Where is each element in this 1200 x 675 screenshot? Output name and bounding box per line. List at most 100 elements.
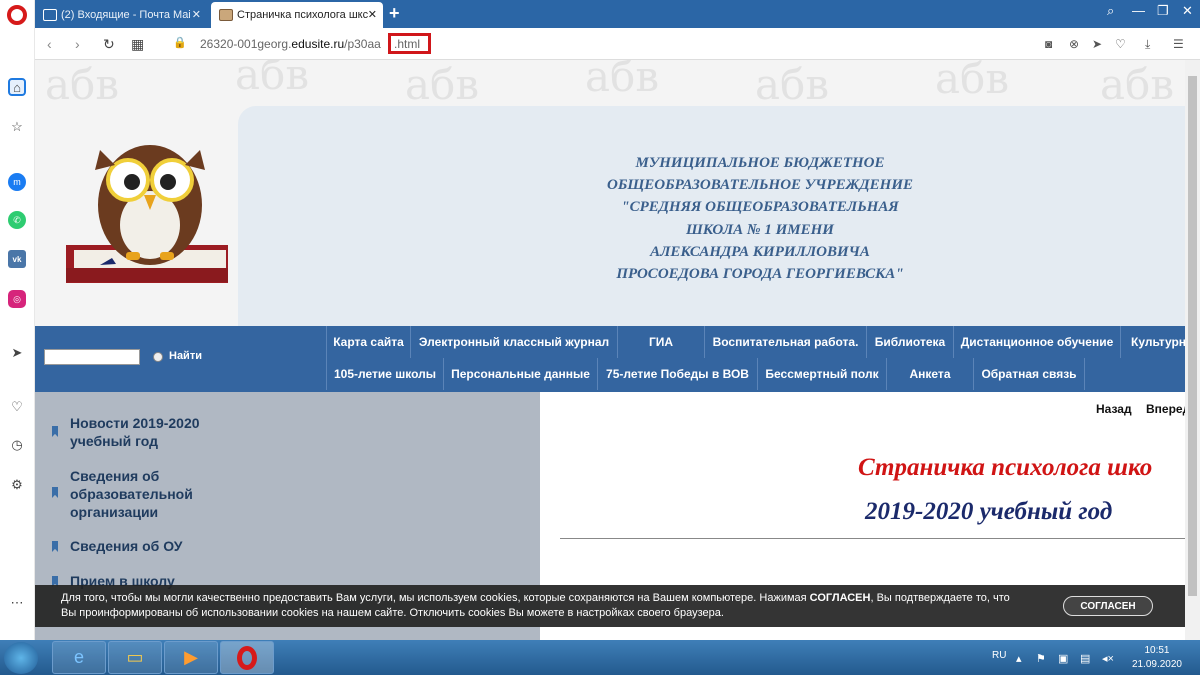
browser-sidebar: ⌂ ☆ m ✆ vk ◎ ➤ ♡ ◷ ⚙ ⋯ xyxy=(0,0,35,640)
system-clock[interactable]: 10:51 21.09.2020 xyxy=(1132,644,1182,672)
more-icon[interactable]: ⋯ xyxy=(8,594,26,612)
explorer-icon[interactable]: ▭ xyxy=(108,641,162,674)
menu-item-105[interactable]: 105-летие школы xyxy=(326,358,443,390)
sidebar-item-organization[interactable]: Сведения об образовательной организации xyxy=(52,467,217,521)
owl-favicon-icon xyxy=(219,9,233,21)
divider xyxy=(560,538,1185,539)
whatsapp-icon[interactable]: ✆ xyxy=(8,211,26,229)
school-line: ШКОЛА № 1 ИМЕНИ xyxy=(686,221,834,238)
send-flow-icon[interactable]: ➤ xyxy=(1092,37,1102,51)
easy-setup-icon[interactable]: ☰ xyxy=(1173,37,1184,51)
reload-icon[interactable]: ↻ xyxy=(103,36,115,53)
tab-psychologist[interactable]: Страничка психолога шкс ✕ xyxy=(211,2,383,28)
url-highlight-box: .html xyxy=(388,33,431,54)
snapshot-icon[interactable]: ◙ xyxy=(1045,37,1052,51)
menu-item-survey[interactable]: Анкета xyxy=(886,358,973,390)
menu-item-distance[interactable]: Дистанционное обучение xyxy=(953,326,1120,358)
sidebar-item-label: Сведения об образовательной организации xyxy=(70,468,193,520)
menu-item-gia[interactable]: ГИА xyxy=(617,326,704,358)
cookie-text-line1: Для того, чтобы мы могли качественно пре… xyxy=(61,592,1010,604)
start-button[interactable] xyxy=(4,642,38,674)
instagram-icon[interactable]: ◎ xyxy=(8,290,26,308)
settings-gear-icon[interactable]: ⚙ xyxy=(8,476,26,494)
device-icon[interactable]: ▣ xyxy=(1058,652,1068,665)
site-search-input[interactable] xyxy=(44,349,140,365)
network-alert-icon[interactable]: ⚑ xyxy=(1036,652,1046,665)
vk-icon[interactable]: vk xyxy=(8,250,26,268)
bookmark-icon xyxy=(52,487,58,498)
heart-icon[interactable]: ♡ xyxy=(8,398,26,416)
windows-taskbar: e ▭ ▶ RU ▴ ⚑ ▣ ▤ ◂× 10:51 21.09.2020 xyxy=(0,640,1200,675)
menu-item-culture[interactable]: Культурн xyxy=(1120,326,1185,358)
school-year: 2019-2020 учебный год xyxy=(865,498,1113,525)
url-extension: .html xyxy=(394,37,421,51)
menu-item-immortal-regiment[interactable]: Бессмертный полк xyxy=(757,358,886,390)
opera-logo-icon[interactable] xyxy=(7,5,27,25)
sidebar-item-news[interactable]: Новости 2019-2020 учебный год xyxy=(52,414,222,450)
web-page: абв абв абв абв абв абв абв МУНИЦИПАЛЬНО… xyxy=(35,60,1185,640)
menu-item-feedback[interactable]: Обратная связь xyxy=(973,358,1085,390)
school-line: АЛЕКСАНДРА КИРИЛЛОВИЧА xyxy=(650,243,870,260)
favorite-heart-icon[interactable]: ♡ xyxy=(1115,37,1126,51)
cookie-text-line2: Вы проинформированы об использовании coo… xyxy=(61,607,724,619)
sidebar-item-label: Новости 2019-2020 учебный год xyxy=(70,415,200,449)
messenger-icon[interactable]: m xyxy=(8,173,26,191)
back-link[interactable]: Назад xyxy=(1096,402,1132,416)
menu-item-sitemap[interactable]: Карта сайта xyxy=(326,326,410,358)
speed-dial-icon[interactable]: ⌂ xyxy=(8,78,26,96)
menu-item-library[interactable]: Библиотека xyxy=(866,326,953,358)
new-tab-button[interactable]: + xyxy=(389,3,400,24)
tab-search-icon[interactable]: ⌕ xyxy=(1107,3,1114,19)
sidebar-item-ou[interactable]: Сведения об ОУ xyxy=(52,537,252,555)
school-line: МУНИЦИПАЛЬНОЕ БЮДЖЕТНОЕ xyxy=(635,155,885,171)
bookmark-icon xyxy=(52,426,58,437)
forward-nav-icon[interactable]: › xyxy=(75,36,80,52)
page-title: Страничка психолога шко xyxy=(858,454,1153,481)
ie-icon[interactable]: e xyxy=(52,641,106,674)
school-line: ОБЩЕОБРАЗОВАТЕЛЬНОЕ УЧРЕЖДЕНИЕ xyxy=(606,177,913,194)
close-window-button[interactable]: ✕ xyxy=(1182,3,1193,19)
search-radio[interactable] xyxy=(153,352,163,362)
tray-expand-icon[interactable]: ▴ xyxy=(1016,652,1022,665)
lock-icon[interactable]: 🔒 xyxy=(173,36,187,49)
menu-item-personal-data[interactable]: Персональные данные xyxy=(443,358,597,390)
adblock-icon[interactable]: ⊗ xyxy=(1069,37,1079,51)
history-icon[interactable]: ◷ xyxy=(8,436,26,454)
language-indicator[interactable]: RU xyxy=(992,650,1006,661)
volume-icon[interactable]: ◂× xyxy=(1102,652,1114,665)
tab-bar: (2) Входящие - Почта Mai ✕ Страничка пси… xyxy=(35,0,1200,28)
mail-icon xyxy=(43,9,57,21)
tab-label: Страничка психолога шкс xyxy=(237,9,369,21)
owl-logo-image xyxy=(66,145,228,283)
download-icon[interactable]: ⤓ xyxy=(1145,37,1150,52)
close-tab-icon[interactable]: ✕ xyxy=(368,8,377,21)
network-icon[interactable]: ▤ xyxy=(1080,652,1090,665)
school-line: ПРОСОЕДОВА ГОРОДА ГЕОРГИЕВСКА" xyxy=(616,266,904,283)
sidebar-item-label: Сведения об ОУ xyxy=(70,538,183,554)
close-tab-icon[interactable]: ✕ xyxy=(192,8,201,21)
menu-item-victory[interactable]: 75-летие Победы в ВОВ xyxy=(597,358,757,390)
main-menu: Найти Карта сайта Электронный классный ж… xyxy=(35,326,1185,392)
send-icon[interactable]: ➤ xyxy=(8,344,26,362)
minimize-button[interactable]: — xyxy=(1132,3,1145,18)
opera-taskbar-icon[interactable] xyxy=(220,641,274,674)
url-input[interactable]: 26320-001georg.edusite.ru/p30aa xyxy=(200,37,381,51)
school-name: МУНИЦИПАЛЬНОЕ БЮДЖЕТНОЕ ОБЩЕОБРАЗОВАТЕЛЬ… xyxy=(435,152,1085,285)
tabs-grid-icon[interactable]: ▦ xyxy=(131,36,144,53)
tab-mail[interactable]: (2) Входящие - Почта Mai ✕ xyxy=(35,2,207,28)
forward-link[interactable]: Вперед xyxy=(1146,402,1185,416)
menu-item-upbringing[interactable]: Воспитательная работа. xyxy=(704,326,866,358)
maximize-button[interactable]: ❐ xyxy=(1157,3,1169,19)
back-nav-icon[interactable]: ‹ xyxy=(47,36,52,52)
bookmark-star-icon[interactable]: ☆ xyxy=(8,118,26,136)
menu-item-journal[interactable]: Электронный классный журнал xyxy=(410,326,617,358)
address-bar: ‹ › ↻ ▦ 🔒 26320-001georg.edusite.ru/p30a… xyxy=(35,28,1200,60)
cookie-banner: Для того, чтобы мы могли качественно пре… xyxy=(35,585,1185,627)
bookmark-icon xyxy=(52,541,58,552)
school-line: "СРЕДНЯЯ ОБЩЕОБРАЗОВАТЕЛЬНАЯ xyxy=(621,199,899,216)
tab-label: (2) Входящие - Почта Mai xyxy=(61,9,191,21)
media-player-icon[interactable]: ▶ xyxy=(164,641,218,674)
cookie-agree-button[interactable]: СОГЛАСЕН xyxy=(1063,596,1153,616)
page-scrollbar[interactable] xyxy=(1185,60,1200,640)
search-button[interactable]: Найти xyxy=(169,350,202,362)
